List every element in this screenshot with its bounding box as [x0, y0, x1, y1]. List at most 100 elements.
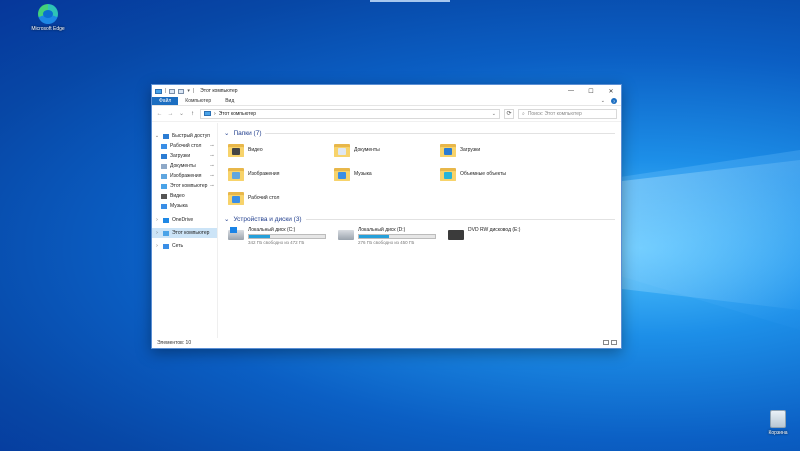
section-chevron-icon: ⌄	[224, 130, 230, 137]
drive-label: DVD RW дисковод (E:)	[468, 227, 521, 233]
forward-button[interactable]: →	[167, 111, 174, 117]
sidebar-item[interactable]: Изображения ⊸	[152, 171, 217, 181]
large-icons-view-icon[interactable]	[611, 340, 617, 345]
folder-item[interactable]: Документы	[334, 141, 440, 159]
expand-chevron-icon[interactable]: ›	[154, 243, 160, 249]
edge-icon	[38, 4, 58, 24]
up-button[interactable]: ↑	[189, 111, 196, 117]
tab-file[interactable]: Файл	[152, 97, 179, 105]
capacity-fill	[249, 235, 271, 238]
section-title: Устройства и диски (3)	[233, 215, 302, 223]
address-dropdown-icon[interactable]: ⌄	[492, 111, 496, 117]
sidebar-item[interactable]: Этот компьютер ⊸	[152, 181, 217, 191]
drive-item[interactable]: Локальный диск (C:) 342 ГБ свободно из 47…	[228, 227, 338, 249]
sidebar-item-label: Музыка	[170, 203, 188, 209]
sidebar-item[interactable]: Видео	[152, 191, 217, 201]
folder-label: Изображения	[248, 171, 280, 177]
sidebar-item-label: Видео	[170, 193, 185, 199]
download-icon	[161, 153, 167, 159]
pin-icon: ⊸	[209, 143, 214, 149]
minimize-button[interactable]: —	[561, 85, 581, 97]
expand-ribbon-button[interactable]: ⌄	[601, 98, 605, 104]
folder-item[interactable]: Изображения	[228, 165, 334, 183]
folders-section-header[interactable]: ⌄ Папки (7)	[224, 127, 621, 139]
computer-icon	[163, 230, 169, 236]
search-field[interactable]: ⌕ Поиск: Этот компьютер	[518, 108, 617, 119]
pictures-icon	[161, 173, 167, 179]
drives-section-header[interactable]: ⌄ Устройства и диски (3)	[224, 213, 621, 225]
sidebar-item[interactable]: Загрузки ⊸	[152, 151, 217, 161]
address-bar[interactable]: › Этот компьютер ⌄	[200, 108, 500, 119]
tab-computer[interactable]: Компьютер	[178, 97, 218, 105]
documents-icon	[161, 163, 167, 169]
new-folder-icon[interactable]	[178, 88, 185, 94]
sidebar-item-label: OneDrive	[172, 217, 194, 223]
expand-chevron-icon[interactable]: ›	[154, 217, 160, 223]
recent-locations-button[interactable]: ⌄	[178, 110, 185, 117]
properties-icon[interactable]	[169, 88, 176, 94]
expand-chevron-icon[interactable]: ›	[154, 230, 160, 236]
sidebar-item-label: Сеть	[172, 243, 184, 249]
computer-icon	[155, 88, 162, 94]
sidebar-item[interactable]: ⌄ Быстрый доступ	[152, 131, 217, 141]
navigation-pane: ⌄ Быстрый доступ Рабочий стол ⊸ Загрузки ⊸ Док…	[152, 123, 218, 338]
title-bar[interactable]: | ▾ | Этот компьютер — ☐ ✕	[152, 85, 621, 97]
computer-icon	[204, 111, 211, 116]
folder-item[interactable]: Рабочий стол	[228, 189, 334, 207]
desktop-icon-edge[interactable]: Microsoft Edge	[26, 4, 70, 32]
drives-grid: Локальный диск (C:) 342 ГБ свободно из 47…	[224, 227, 621, 249]
back-button[interactable]: ←	[156, 111, 163, 117]
sidebar-item[interactable]: Музыка	[152, 201, 217, 211]
refresh-button[interactable]: ⟳	[504, 108, 514, 119]
drive-item[interactable]: Локальный диск (D:) 276 ГБ свободно из 45…	[338, 227, 448, 249]
sidebar-item-label: Рабочий стол	[170, 143, 202, 149]
sidebar-item[interactable]: Рабочий стол ⊸	[152, 141, 217, 151]
wallpaper-beam	[610, 160, 800, 310]
folder-item[interactable]: Загрузки	[440, 141, 546, 159]
pin-icon: ⊸	[209, 173, 214, 179]
system-drive-icon	[228, 227, 244, 240]
folder-label: Видео	[248, 147, 263, 153]
drive-label: Локальный диск (D:)	[358, 227, 406, 233]
documents-folder-icon	[334, 143, 350, 157]
search-placeholder: Поиск: Этот компьютер	[527, 110, 582, 117]
divider	[305, 218, 615, 220]
sidebar-item[interactable]: › OneDrive	[152, 215, 217, 225]
status-bar: Элементов: 10	[152, 338, 621, 348]
close-button[interactable]: ✕	[601, 85, 621, 97]
details-view-icon[interactable]	[603, 340, 609, 345]
ribbon-tabs: Файл Компьютер Вид ⌄ ?	[152, 97, 621, 106]
capacity-bar	[248, 234, 326, 239]
breadcrumb-separator: ›	[214, 110, 216, 117]
network-icon	[163, 243, 169, 249]
desktop-icon	[161, 143, 167, 149]
video-folder-icon	[228, 143, 244, 157]
sidebar-item[interactable]: Документы ⊸	[152, 161, 217, 171]
dvd-drive-icon	[448, 230, 464, 240]
breadcrumb[interactable]: Этот компьютер	[219, 111, 256, 117]
folder-item[interactable]: Объемные объекты	[440, 165, 546, 183]
separator: |	[192, 88, 195, 94]
pin-icon: ⊸	[209, 183, 214, 189]
sidebar-item-label: Быстрый доступ	[172, 133, 210, 139]
tab-view[interactable]: Вид	[218, 97, 241, 105]
drive-item[interactable]: DVD RW дисковод (E:)	[448, 227, 558, 249]
window-title: Этот компьютер	[200, 88, 238, 94]
sidebar-item-label: Этот компьютер	[172, 230, 210, 236]
sidebar-item[interactable]: › Этот компьютер	[152, 228, 217, 238]
content-pane: ⌄ Папки (7) Видео Документы Загрузки Изобра…	[218, 123, 621, 338]
folder-label: Объемные объекты	[460, 171, 506, 177]
search-icon: ⌕	[522, 110, 525, 117]
local-drive-icon	[338, 230, 354, 240]
sidebar-item[interactable]: › Сеть	[152, 241, 217, 251]
folder-item[interactable]: Видео	[228, 141, 334, 159]
help-icon[interactable]: ?	[611, 98, 617, 104]
expand-chevron-icon[interactable]: ⌄	[154, 133, 160, 139]
desktop-icon-recycle-bin[interactable]: Корзина	[756, 410, 800, 436]
capacity-bar	[358, 234, 436, 239]
customize-toolbar-button[interactable]: ▾	[187, 88, 190, 94]
folder-item[interactable]: Музыка	[334, 165, 440, 183]
explorer-window: | ▾ | Этот компьютер — ☐ ✕ Файл Компьюте…	[151, 84, 622, 349]
maximize-button[interactable]: ☐	[581, 85, 601, 97]
ribbon-right: ⌄ ?	[601, 98, 617, 104]
